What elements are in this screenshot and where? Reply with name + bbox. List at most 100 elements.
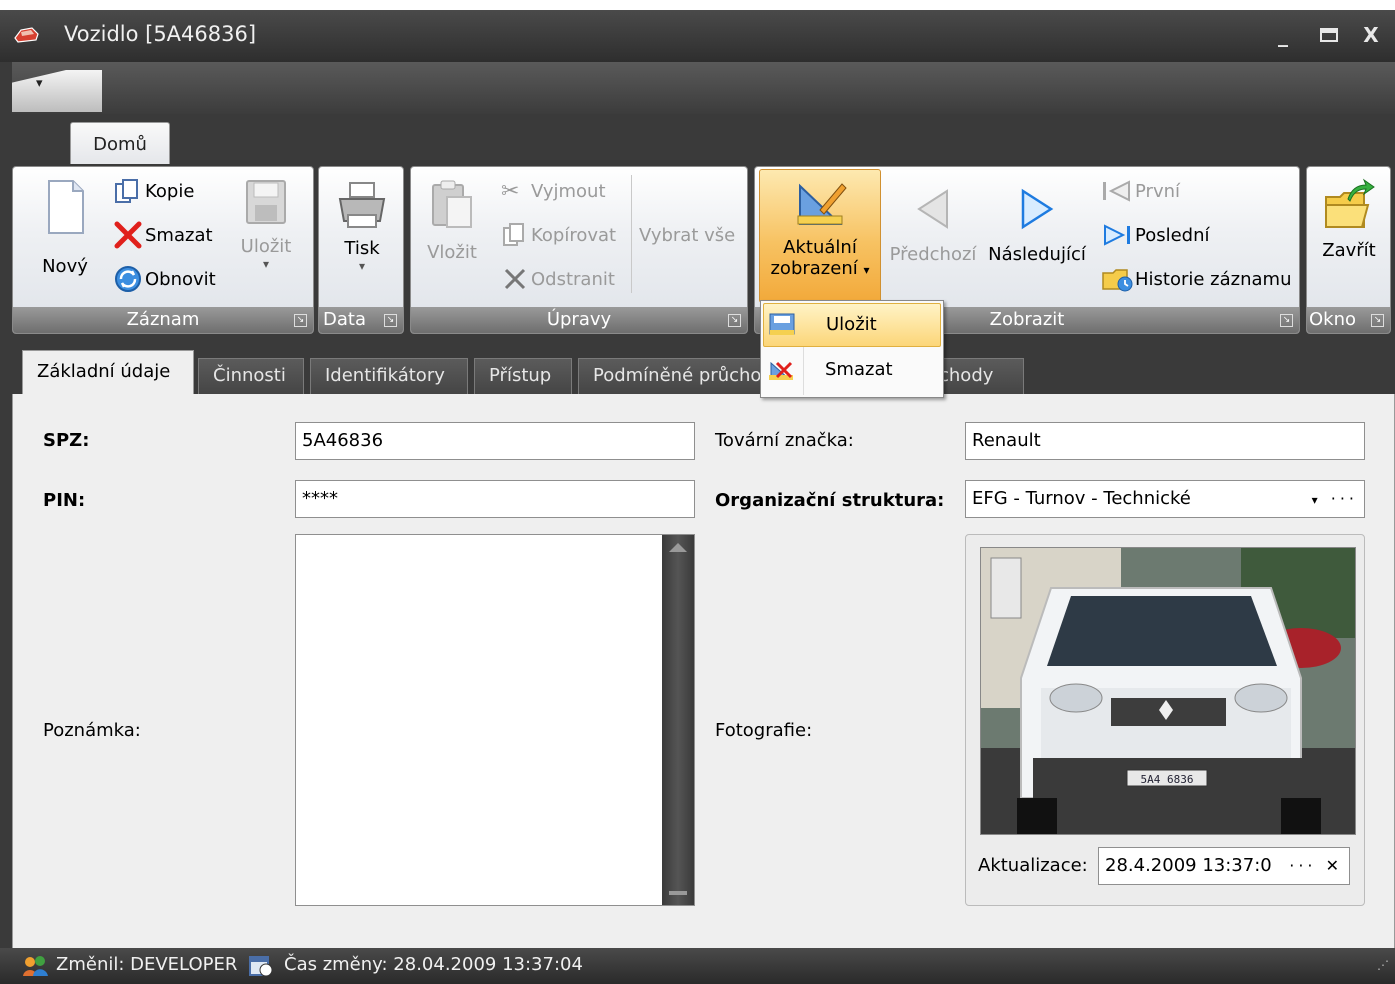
chevron-down-icon[interactable]: ▾: [1312, 493, 1322, 507]
history-icon: [1102, 269, 1133, 292]
changed-by-text: Změnil: DEVELOPER: [56, 954, 238, 975]
new-document-icon: [48, 180, 84, 234]
close-window-button[interactable]: X: [1356, 20, 1386, 50]
chevron-down-icon: ▾: [36, 76, 43, 91]
menu-item-delete-label: Smazat: [825, 359, 893, 380]
clear-icon[interactable]: ✕: [1326, 856, 1343, 875]
org-structure-label: Organizační struktura:: [715, 490, 945, 511]
group-okno: Zavřít Okno ↘: [1306, 166, 1391, 334]
record-history-button[interactable]: Historie záznamu: [1101, 259, 1292, 299]
menu-item-save[interactable]: Uložit: [763, 303, 941, 347]
note-scrollbar[interactable]: [662, 535, 694, 905]
scroll-down-icon[interactable]: [669, 891, 687, 895]
current-view-button[interactable]: Aktuální zobrazení ▾: [759, 169, 881, 303]
maximize-button[interactable]: [1314, 20, 1344, 50]
dialog-launcher-icon[interactable]: ↘: [1371, 314, 1384, 327]
quick-access-menu-button[interactable]: [12, 70, 102, 112]
update-datetime-input[interactable]: 28.4.2009 13:37:0 ··· ✕: [1098, 847, 1350, 885]
record-history-label: Historie záznamu: [1135, 268, 1292, 290]
group-zaznam: Nový Kopie Smazat Obnovit Uložit ▾ Zázna…: [12, 166, 314, 334]
dialog-launcher-icon[interactable]: ↘: [1280, 314, 1293, 327]
group-data: Tisk ▾ Data ↘: [318, 166, 404, 334]
ellipsis-icon[interactable]: ···: [1331, 489, 1358, 508]
next-label: Následující: [988, 244, 1086, 265]
dialog-launcher-icon[interactable]: ↘: [384, 314, 397, 327]
cut-button[interactable]: ✂ Vyjmout: [501, 171, 606, 211]
clipboard-icon: [432, 180, 472, 228]
group-upravy-title: Úpravy: [546, 309, 612, 330]
save-button-label: Uložit: [240, 236, 292, 257]
calendar-clock-icon: [249, 956, 273, 977]
remove-x-icon: [504, 268, 526, 290]
org-structure-select[interactable]: EFG - Turnov - Technické ▾ ···: [965, 480, 1365, 518]
group-zobrazit-title: Zobrazit: [989, 309, 1065, 330]
remove-label: Odstranit: [531, 268, 615, 290]
note-textarea[interactable]: [295, 534, 695, 906]
paste-button[interactable]: Vložit: [417, 177, 487, 297]
app-car-icon: [14, 27, 39, 43]
first-record-button[interactable]: První: [1101, 171, 1180, 211]
refresh-button[interactable]: Obnovit: [113, 259, 216, 299]
print-button[interactable]: Tisk ▾: [323, 177, 401, 297]
status-bar: Změnil: DEVELOPER Čas změny: 28.04.2009 …: [0, 948, 1395, 984]
dialog-launcher-icon[interactable]: ↘: [294, 314, 307, 327]
menu-item-save-label: Uložit: [826, 314, 877, 335]
tab-identifiers[interactable]: Identifikátory: [310, 358, 468, 394]
tab-activities[interactable]: Činnosti: [198, 358, 304, 394]
select-all-button[interactable]: Vybrat vše: [639, 215, 735, 255]
chevron-down-icon: ▾: [262, 257, 270, 271]
view-edit-icon: [797, 183, 847, 225]
copy-record-label: Kopie: [145, 180, 195, 202]
spz-input[interactable]: 5A46836: [295, 422, 695, 460]
previous-button[interactable]: Předchozí: [885, 177, 981, 297]
menu-item-delete[interactable]: Smazat: [763, 349, 941, 393]
tab-access[interactable]: Přístup: [474, 358, 572, 394]
last-record-icon: [1104, 224, 1130, 246]
pin-input[interactable]: ****: [295, 480, 695, 518]
last-record-button[interactable]: Poslední: [1101, 215, 1210, 255]
tab-basic-info[interactable]: Základní údaje: [22, 350, 194, 396]
chevron-down-icon: ▾: [863, 263, 870, 277]
vehicle-photo[interactable]: 5A4 6836: [980, 547, 1356, 835]
photo-container: 5A4 6836 Aktualizace: 28.4.2009 13:37:0 …: [965, 534, 1365, 906]
current-view-label-text: zobrazení: [770, 258, 858, 279]
ribbon-tabstrip: Domů: [12, 114, 1395, 166]
minimize-button[interactable]: _: [1268, 20, 1298, 50]
quick-access-toolbar: ▾: [12, 62, 1395, 114]
tab-domu[interactable]: Domů: [70, 122, 170, 166]
group-data-title: Data: [323, 309, 366, 330]
close-record-button[interactable]: Zavřít: [1311, 177, 1387, 297]
top-strip: [0, 0, 1395, 10]
copy-icon: [115, 179, 138, 203]
dialog-launcher-icon[interactable]: ↘: [728, 314, 741, 327]
ellipsis-icon[interactable]: ···: [1289, 856, 1316, 875]
scissors-icon: ✂: [501, 178, 520, 204]
license-plate-text: 5A4 6836: [1141, 773, 1194, 786]
current-view-dropdown-menu: Uložit Smazat: [760, 300, 944, 398]
print-button-label: Tisk: [344, 238, 380, 259]
save-view-icon: [769, 313, 795, 335]
pin-label: PIN:: [43, 490, 86, 511]
scroll-up-icon[interactable]: [669, 543, 687, 552]
new-button[interactable]: Nový: [21, 177, 109, 297]
copy-record-button[interactable]: Kopie: [113, 171, 194, 211]
delete-x-icon: [114, 221, 142, 249]
group-zaznam-title: Záznam: [126, 309, 200, 330]
vehicle-window: Vozidlo [5A46836] _ X ▾ Domů Nový Kopie: [0, 10, 1395, 984]
next-button[interactable]: Následující: [985, 177, 1089, 297]
refresh-icon: [115, 266, 141, 292]
delete-view-icon: [769, 361, 793, 380]
remove-button[interactable]: Odstranit: [501, 259, 615, 299]
close-record-label: Zavřít: [1322, 240, 1376, 261]
floppy-disk-icon: [246, 180, 286, 224]
manufacturer-label: Tovární značka:: [715, 430, 854, 451]
paste-button-label: Vložit: [427, 242, 477, 263]
save-button[interactable]: Uložit ▾: [223, 177, 309, 297]
delete-record-label: Smazat: [145, 224, 213, 246]
resize-grip-icon[interactable]: ⋰: [1377, 958, 1389, 972]
delete-record-button[interactable]: Smazat: [113, 215, 213, 255]
manufacturer-input[interactable]: Renault: [965, 422, 1365, 460]
copy-button[interactable]: Kopírovat: [501, 215, 616, 255]
tab-conditional-passages[interactable]: Podmíněné průcho: [578, 358, 768, 394]
first-record-label: První: [1135, 180, 1180, 202]
